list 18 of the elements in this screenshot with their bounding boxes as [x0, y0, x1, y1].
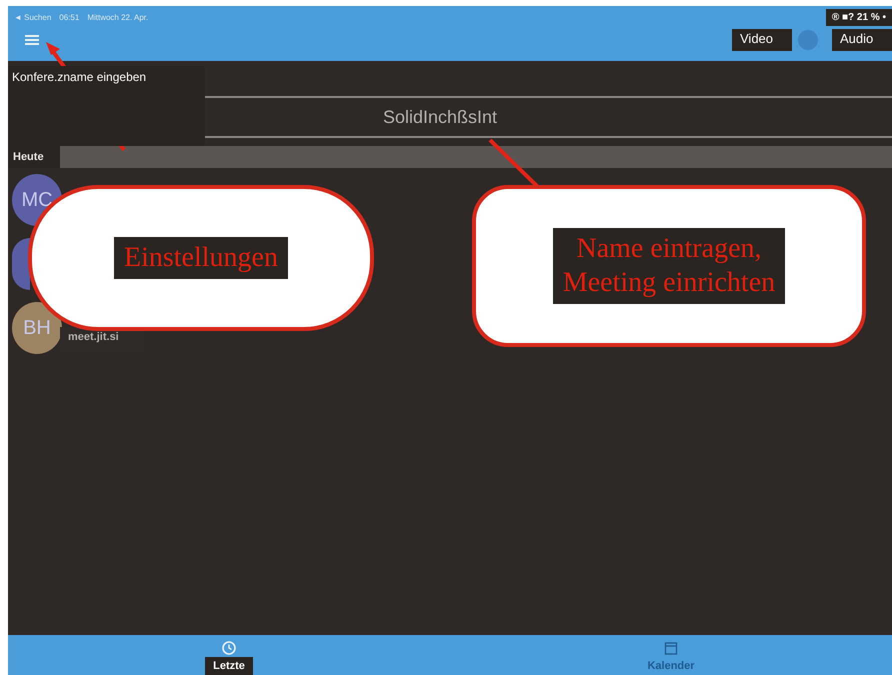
- callout-text: Einstellungen: [114, 237, 288, 279]
- back-link[interactable]: ◄ Suchen: [14, 12, 52, 22]
- audio-label: Audio: [832, 29, 892, 51]
- history-icon: [222, 641, 236, 655]
- avatar[interactable]: [12, 238, 30, 290]
- tab[interactable]: Kalender: [450, 635, 892, 675]
- status-time: 06:51: [59, 12, 80, 22]
- toggle-switch[interactable]: [798, 30, 818, 50]
- avatar[interactable]: BH: [12, 302, 62, 354]
- calendar-icon: [664, 641, 678, 655]
- callout-text: Name eintragen, Meeting einrichten: [552, 228, 786, 304]
- tab[interactable]: Letzte: [8, 635, 450, 675]
- section-label: Heute: [8, 146, 60, 168]
- status-date: Mittwoch 22. Apr.: [87, 12, 148, 22]
- video-label: Video: [732, 29, 792, 51]
- conference-name-field[interactable]: SolidInchßsInt: [213, 98, 892, 136]
- menu-icon[interactable]: [25, 35, 39, 45]
- status-indicators: ® ■? 21 % •: [826, 8, 892, 26]
